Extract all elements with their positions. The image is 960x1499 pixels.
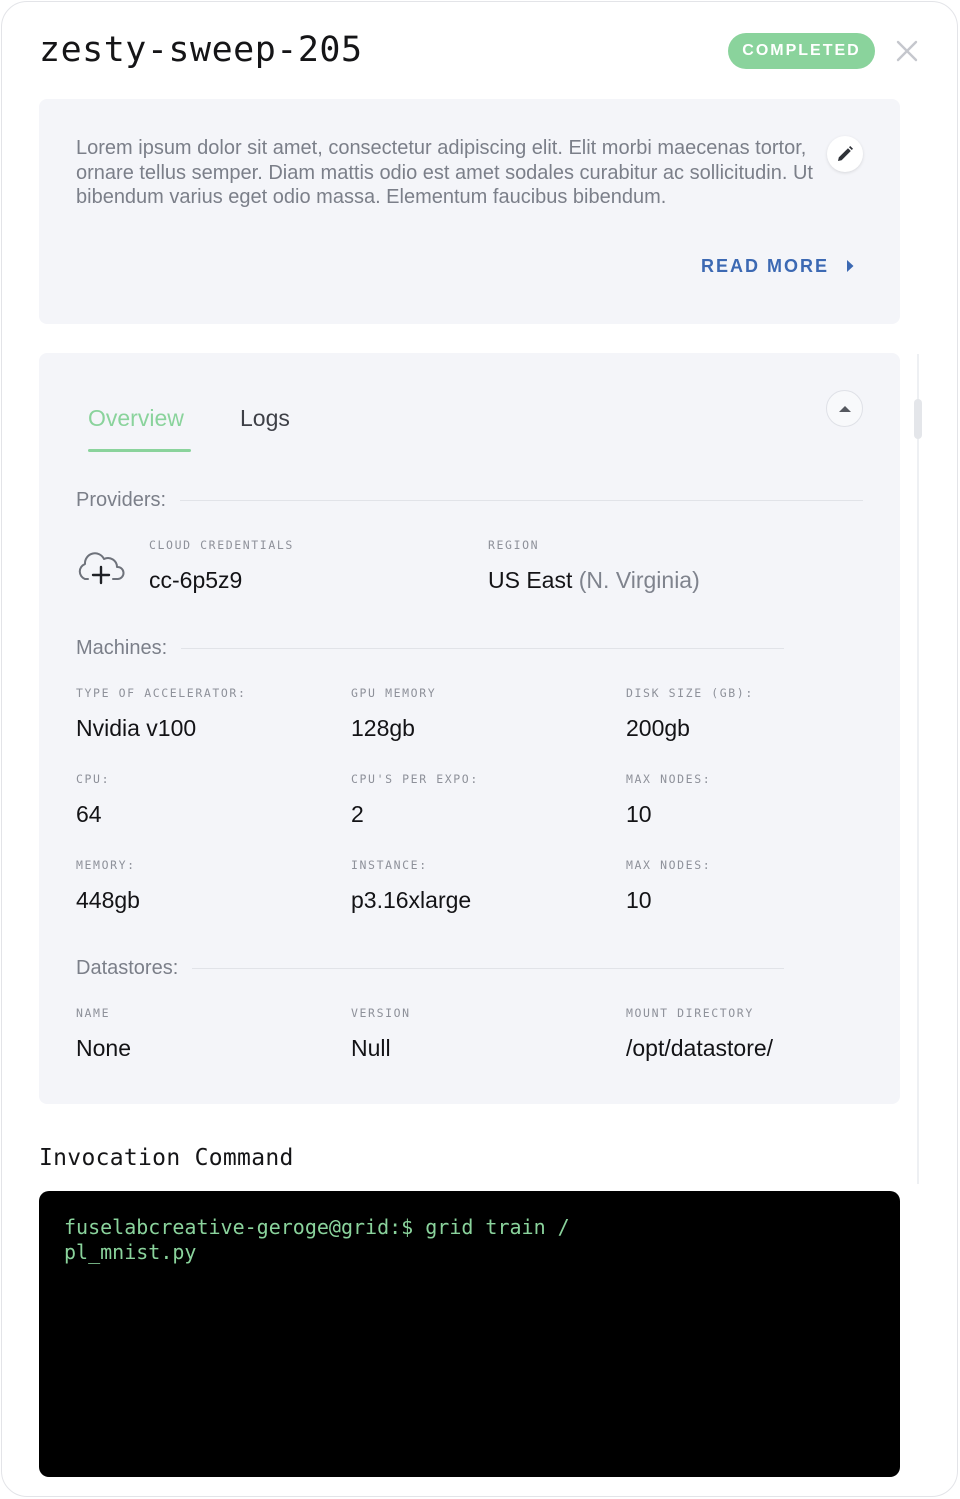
cpus-per-expo-value: 2 (351, 801, 364, 827)
region-value-container: US East (N. Virginia) (488, 567, 700, 594)
tab-logs[interactable]: Logs (240, 405, 290, 432)
description-card: Lorem ipsum dolor sit amet, consectetur … (39, 99, 900, 324)
max-nodes-value: 10 (626, 801, 652, 827)
max-nodes-label-2: MAX NODES: (626, 858, 712, 872)
cpu-label: CPU: (76, 772, 111, 786)
description-text: Lorem ipsum dolor sit amet, consectetur … (76, 137, 813, 208)
disk-size-value: 200gb (626, 715, 690, 741)
max-nodes-label: MAX NODES: (626, 772, 712, 786)
datastore-version-label: VERSION (351, 1006, 411, 1020)
providers-heading: Providers: (76, 489, 167, 511)
region-value: US East (488, 567, 573, 593)
divider (180, 500, 863, 501)
cpus-per-expo-label: CPU'S PER EXPO: (351, 772, 479, 786)
active-tab-indicator (88, 449, 191, 452)
instance-label: INSTANCE: (351, 858, 428, 872)
divider (192, 968, 784, 969)
status-badge: COMPLETED (728, 33, 875, 69)
gpu-memory-label: GPU MEMORY (351, 686, 437, 700)
datastore-name-label: NAME (76, 1006, 111, 1020)
gpu-memory-value: 128gb (351, 715, 415, 741)
tab-overview[interactable]: Overview (88, 405, 184, 432)
terminal-block[interactable]: fuselabcreative-geroge@grid:$ grid train… (39, 1191, 900, 1477)
terminal-command: fuselabcreative-geroge@grid:$ grid train… (64, 1215, 570, 1264)
edit-description-button[interactable] (827, 136, 863, 172)
machines-section-label: Machines: (76, 637, 784, 660)
region-label: REGION (488, 538, 540, 552)
run-title: zesty-sweep-205 (39, 30, 363, 70)
providers-section-label: Providers: (76, 489, 863, 512)
mount-directory-value: /opt/datastore/ (626, 1035, 774, 1061)
invocation-command-title: Invocation Command (39, 1145, 294, 1171)
close-button[interactable] (890, 34, 924, 68)
scrollbar-track (917, 354, 919, 1184)
cloud-credentials-label: CLOUD CREDENTIALS (149, 538, 294, 552)
max-nodes-value-2: 10 (626, 887, 652, 913)
scrollbar-thumb[interactable] (914, 399, 922, 439)
divider (181, 648, 784, 649)
chevron-right-icon (847, 260, 854, 272)
datastores-section-label: Datastores: (76, 957, 784, 980)
chevron-up-icon (838, 405, 851, 412)
instance-value: p3.16xlarge (351, 887, 472, 913)
memory-label: MEMORY: (76, 858, 136, 872)
mount-directory-label: MOUNT DIRECTORY (626, 1006, 754, 1020)
region-detail: (N. Virginia) (578, 567, 700, 593)
datastore-name-value: None (76, 1035, 131, 1061)
edit-icon (838, 146, 853, 161)
cloud-credentials-value: cc-6p5z9 (149, 567, 243, 593)
run-details-panel: zesty-sweep-205 COMPLETED Lorem ipsum do… (1, 1, 958, 1497)
cloud-plus-icon (78, 552, 125, 585)
collapse-button[interactable] (826, 390, 863, 427)
memory-value: 448gb (76, 887, 140, 913)
cpu-value: 64 (76, 801, 102, 827)
machines-heading: Machines: (76, 637, 168, 659)
disk-size-label: DISK SIZE (GB): (626, 686, 754, 700)
datastores-heading: Datastores: (76, 957, 179, 979)
datastore-version-value: Null (351, 1035, 391, 1061)
accelerator-type-value: Nvidia v100 (76, 715, 197, 741)
read-more-label: READ MORE (701, 255, 830, 276)
read-more-link[interactable]: READ MORE (701, 254, 855, 278)
details-card: Overview Logs Providers: CLOUD CREDENTIA… (39, 353, 900, 1104)
accelerator-type-label: TYPE OF ACCELERATOR: (76, 686, 247, 700)
close-icon (896, 40, 918, 62)
